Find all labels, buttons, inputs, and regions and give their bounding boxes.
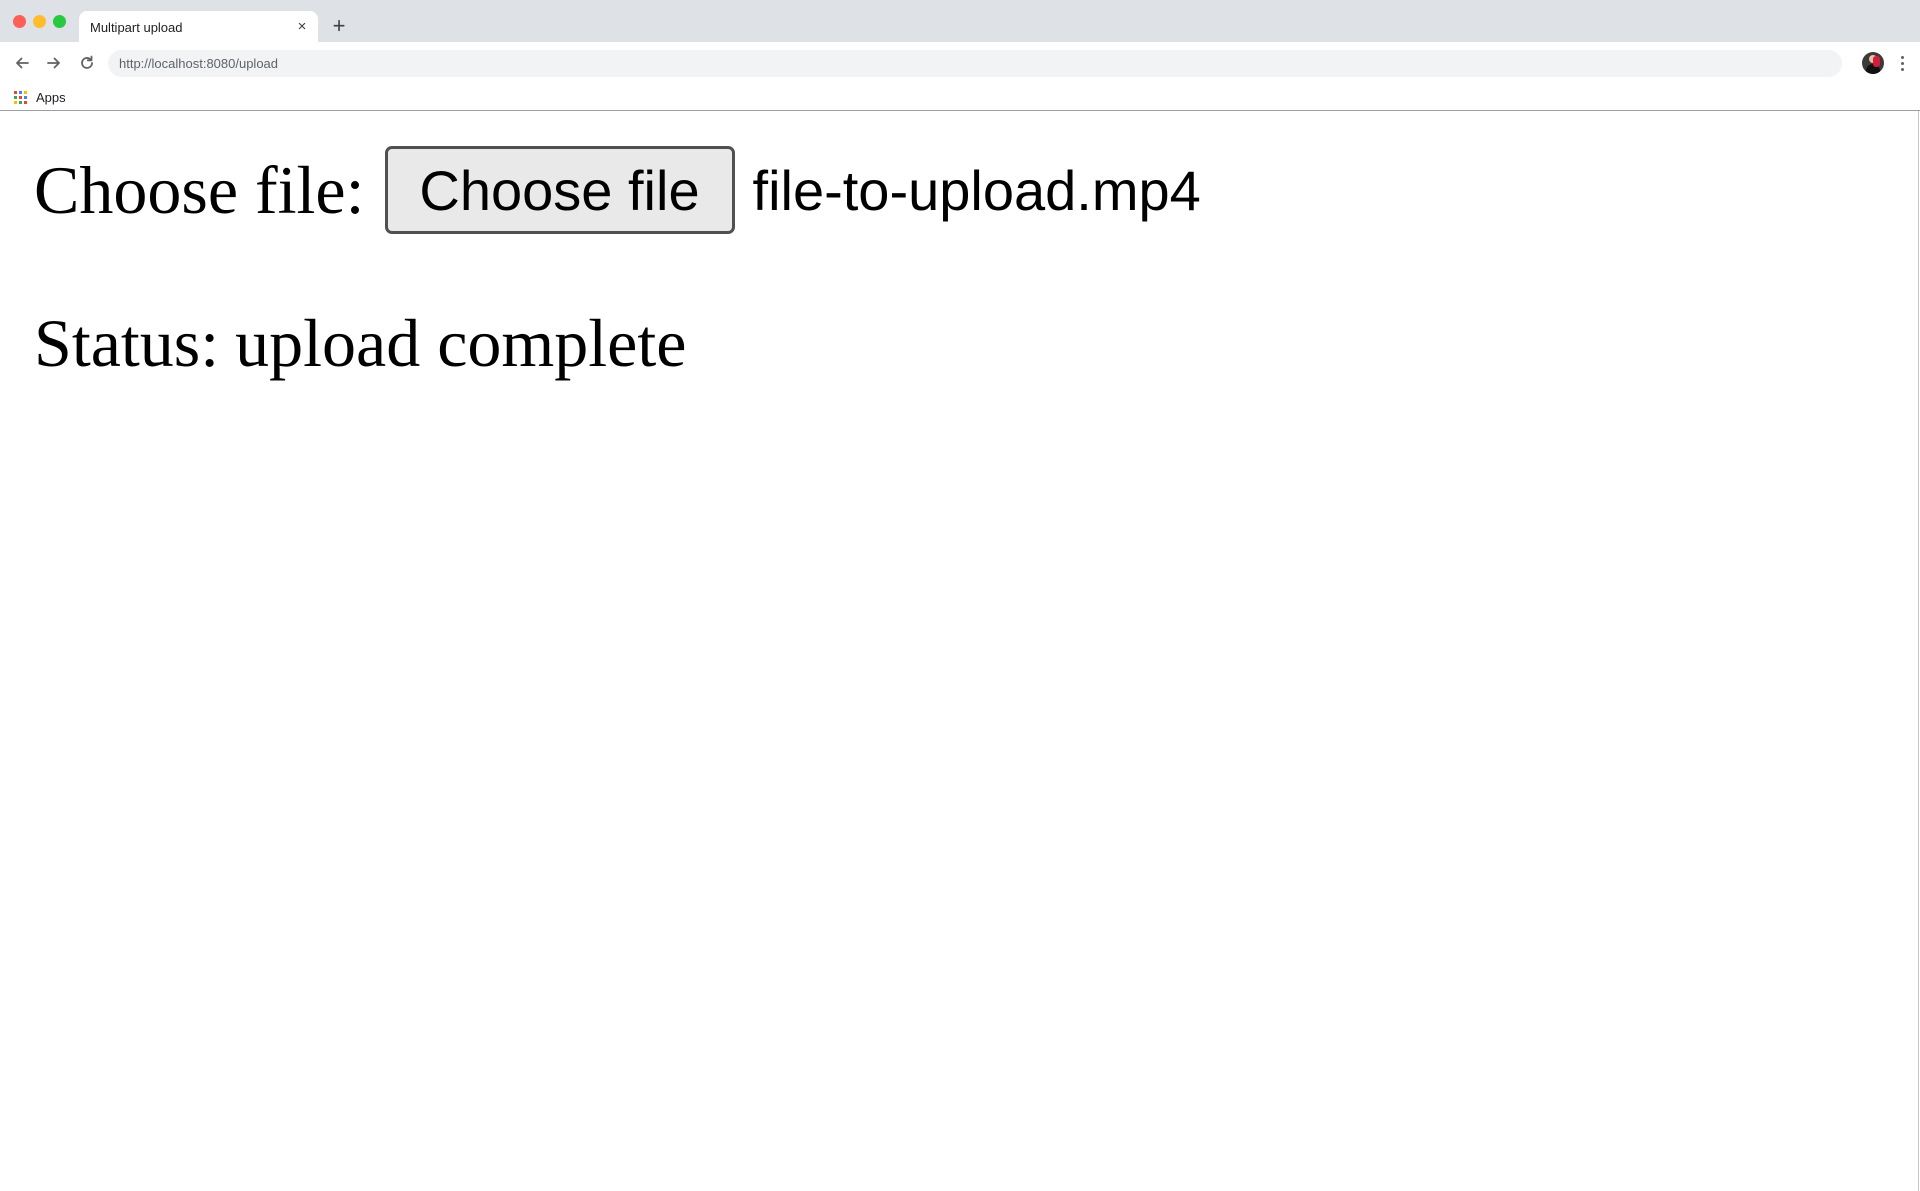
tab-title: Multipart upload — [90, 20, 183, 35]
address-bar[interactable]: http://localhost:8080/upload — [108, 50, 1842, 77]
kebab-menu-icon[interactable] — [1892, 51, 1912, 75]
page-content: Choose file: Choose file file-to-upload.… — [0, 111, 1919, 1191]
avatar[interactable] — [1862, 52, 1884, 74]
tab-close-icon[interactable]: × — [294, 19, 310, 35]
window-close-button[interactable] — [13, 15, 26, 28]
status-label: Status: — [34, 305, 220, 381]
tab-multipart-upload[interactable]: Multipart upload × — [79, 11, 318, 42]
browser-toolbar: http://localhost:8080/upload — [0, 42, 1920, 84]
bookmark-apps[interactable]: Apps — [14, 87, 66, 107]
reload-icon[interactable] — [75, 51, 99, 75]
bookmarks-bar: Apps — [0, 84, 1920, 111]
window-maximize-button[interactable] — [53, 15, 66, 28]
address-bar-url: http://localhost:8080/upload — [119, 56, 279, 71]
upload-status: Status: upload complete — [34, 309, 686, 377]
file-label: Choose file: — [34, 152, 365, 228]
bookmark-label: Apps — [36, 89, 66, 105]
selected-file-name: file-to-upload.mp4 — [752, 158, 1201, 222]
status-value: upload complete — [235, 305, 687, 381]
new-tab-icon[interactable]: + — [327, 14, 351, 38]
arrow-left-icon[interactable] — [10, 51, 34, 75]
arrow-right-icon[interactable] — [42, 51, 66, 75]
file-input-row: Choose file: Choose file file-to-upload.… — [34, 146, 1201, 234]
choose-file-button[interactable]: Choose file — [384, 146, 735, 234]
apps-grid-icon — [14, 90, 27, 104]
window-minimize-button[interactable] — [33, 15, 46, 28]
tab-strip: Multipart upload × + — [0, 0, 1920, 42]
